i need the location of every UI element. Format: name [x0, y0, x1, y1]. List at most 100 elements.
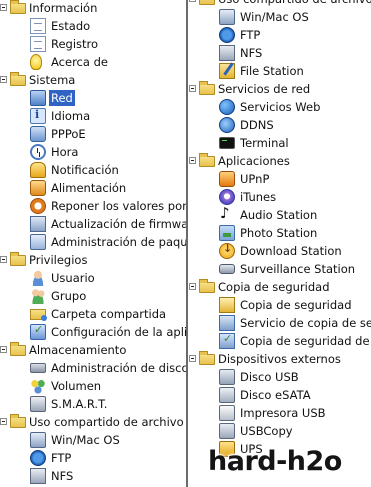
- tree-item-nfs[interactable]: NFS: [0, 467, 186, 485]
- tree-item-administracion-de-paque[interactable]: Administración de paque: [0, 233, 186, 251]
- tree-label: Uso compartido de archivo: [217, 0, 371, 7]
- tree-item-configuracion-de-la-aplic[interactable]: Configuración de la aplic: [0, 323, 186, 341]
- tree-label: Copia de seguridad: [240, 298, 352, 312]
- tree-group-dispositivos-externos[interactable]: Dispositivos externos: [189, 350, 371, 368]
- tree-label: Win/Mac OS: [51, 433, 120, 447]
- tree-group-servicios-de-red[interactable]: Servicios de red: [189, 80, 371, 98]
- tree-item-disco-esata[interactable]: Disco eSATA: [189, 386, 371, 404]
- tree-item-red[interactable]: Red: [0, 89, 186, 107]
- tree-item-idioma[interactable]: Idioma: [0, 107, 186, 125]
- tree-group-copia-de-seguridad[interactable]: Copia de seguridad: [189, 278, 371, 296]
- tree-item-photo-station[interactable]: Photo Station: [189, 224, 371, 242]
- tree-item-acerca-de[interactable]: Acerca de: [0, 53, 186, 71]
- backup-service-icon: [219, 315, 235, 331]
- tree-item-surveillance-station[interactable]: Surveillance Station: [189, 260, 371, 278]
- tree-label: Terminal: [240, 136, 289, 150]
- tree-item-reponer-los-valores-por[interactable]: Reponer los valores por: [0, 197, 186, 215]
- tree-item-ftp[interactable]: FTP: [189, 26, 371, 44]
- tree-item-actualizacion-de-firmware[interactable]: Actualización de firmware: [0, 215, 186, 233]
- tree-label: Disco eSATA: [240, 388, 311, 402]
- tree-item-estado[interactable]: Estado: [0, 17, 186, 35]
- tree-item-ftp[interactable]: FTP: [0, 449, 186, 467]
- tree-label: Disco USB: [240, 370, 299, 384]
- package-admin-icon: [30, 234, 46, 250]
- tree-label: Registro: [51, 37, 99, 51]
- tree-label: Acerca de: [51, 55, 108, 69]
- backup-icon: [219, 297, 235, 313]
- tree-group-aplicaciones[interactable]: Aplicaciones: [189, 152, 371, 170]
- collapse-toggle-icon[interactable]: [189, 355, 196, 362]
- watermark-logo: hard-h2o: [208, 446, 342, 477]
- tree-group-sistema[interactable]: Sistema: [0, 71, 186, 89]
- ftp-icon: [30, 450, 46, 466]
- tree-group-uso-compartido-de-archivo[interactable]: Uso compartido de archivo: [0, 413, 186, 431]
- tree-item-servicio-de-copia-de-segu[interactable]: Servicio de copia de segu: [189, 314, 371, 332]
- tree-label: FTP: [240, 28, 261, 42]
- collapse-toggle-icon[interactable]: [0, 4, 7, 11]
- audio-station-icon: [219, 204, 235, 223]
- tree-label: Alimentación: [51, 181, 127, 195]
- tree-label: Copia de seguridad: [218, 280, 330, 294]
- tree-label: Dispositivos externos: [218, 352, 341, 366]
- tree-label: PPPoE: [51, 127, 86, 141]
- collapse-toggle-icon[interactable]: [0, 346, 7, 353]
- tree-item-copia-de-seguridad-de-c[interactable]: Copia de seguridad de c: [189, 332, 371, 350]
- left-navigation-tree: Información Estado Registro Acerca de Sistem…: [0, 0, 186, 487]
- tree-label: Reponer los valores por: [51, 199, 186, 213]
- tree-group-uso-compartido-de-archivo[interactable]: Uso compartido de archivo: [189, 0, 371, 8]
- collapse-toggle-icon[interactable]: [0, 76, 7, 83]
- collapse-toggle-icon[interactable]: [0, 256, 7, 263]
- tree-label: Aplicaciones: [218, 154, 290, 168]
- collapse-toggle-icon[interactable]: [189, 283, 196, 290]
- pane-divider[interactable]: [186, 0, 188, 487]
- tree-item-impresora-usb[interactable]: Impresora USB: [189, 404, 371, 422]
- tree-item-hora[interactable]: Hora: [0, 143, 186, 161]
- collapse-toggle-icon[interactable]: [189, 0, 196, 2]
- folder-icon: [10, 342, 26, 356]
- tree-group-almacenamiento[interactable]: Almacenamiento: [0, 341, 186, 359]
- tree-item-nfs[interactable]: NFS: [189, 44, 371, 62]
- ftp-icon: [219, 27, 235, 43]
- tree-item-copia-de-seguridad[interactable]: Copia de seguridad: [189, 296, 371, 314]
- tree-item-terminal[interactable]: Terminal: [189, 134, 371, 152]
- tree-label: Volumen: [51, 379, 102, 393]
- tree-label: UPnP: [240, 172, 270, 186]
- tree-label: Download Station: [240, 244, 342, 258]
- tree-item-grupo[interactable]: Grupo: [0, 287, 186, 305]
- tree-item-s-m-a-r-t[interactable]: S.M.A.R.T.: [0, 395, 186, 413]
- tree-item-usuario[interactable]: Usuario: [0, 269, 186, 287]
- tree-label: Surveillance Station: [240, 262, 356, 276]
- tree-item-pppoe[interactable]: PPPoE: [0, 125, 186, 143]
- nfs-icon: [30, 468, 46, 484]
- tree-label: Usuario: [51, 271, 95, 285]
- usb-disk-icon: [219, 369, 235, 385]
- tree-group-informacion[interactable]: Información: [0, 0, 186, 17]
- collapse-toggle-icon[interactable]: [189, 157, 196, 164]
- tree-item-itunes[interactable]: iTunes: [189, 188, 371, 206]
- tree-group-privilegios[interactable]: Privilegios: [0, 251, 186, 269]
- tree-item-ddns[interactable]: DDNS: [189, 116, 371, 134]
- tree-label: iTunes: [240, 190, 277, 204]
- tree-label: NFS: [240, 46, 263, 60]
- tree-item-disco-usb[interactable]: Disco USB: [189, 368, 371, 386]
- tree-item-alimentacion[interactable]: Alimentación: [0, 179, 186, 197]
- collapse-toggle-icon[interactable]: [189, 85, 196, 92]
- tree-item-win-mac-os[interactable]: Win/Mac OS: [0, 431, 186, 449]
- tree-item-servicios-web[interactable]: Servicios Web: [189, 98, 371, 116]
- tree-item-audio-station[interactable]: Audio Station: [189, 204, 371, 224]
- tree-item-file-station[interactable]: File Station: [189, 62, 371, 80]
- tree-label: Idioma: [51, 109, 91, 123]
- tree-item-notificacion[interactable]: Notificación: [0, 161, 186, 179]
- collapse-toggle-icon[interactable]: [0, 418, 7, 425]
- tree-item-win-mac-os[interactable]: Win/Mac OS: [189, 8, 371, 26]
- tree-item-download-station[interactable]: Download Station: [189, 242, 371, 260]
- disk-admin-icon: [30, 363, 46, 373]
- tree-item-registro[interactable]: Registro: [0, 35, 186, 53]
- tree-item-carpeta-compartida[interactable]: Carpeta compartida: [0, 305, 186, 323]
- notification-icon: [30, 162, 46, 178]
- tree-item-upnp[interactable]: UPnP: [189, 170, 371, 188]
- tree-item-usbcopy[interactable]: USBCopy: [189, 422, 371, 440]
- tree-item-volumen[interactable]: Volumen: [0, 377, 186, 395]
- power-icon: [30, 180, 46, 196]
- tree-item-administracion-de-disco[interactable]: Administración de disco: [0, 359, 186, 377]
